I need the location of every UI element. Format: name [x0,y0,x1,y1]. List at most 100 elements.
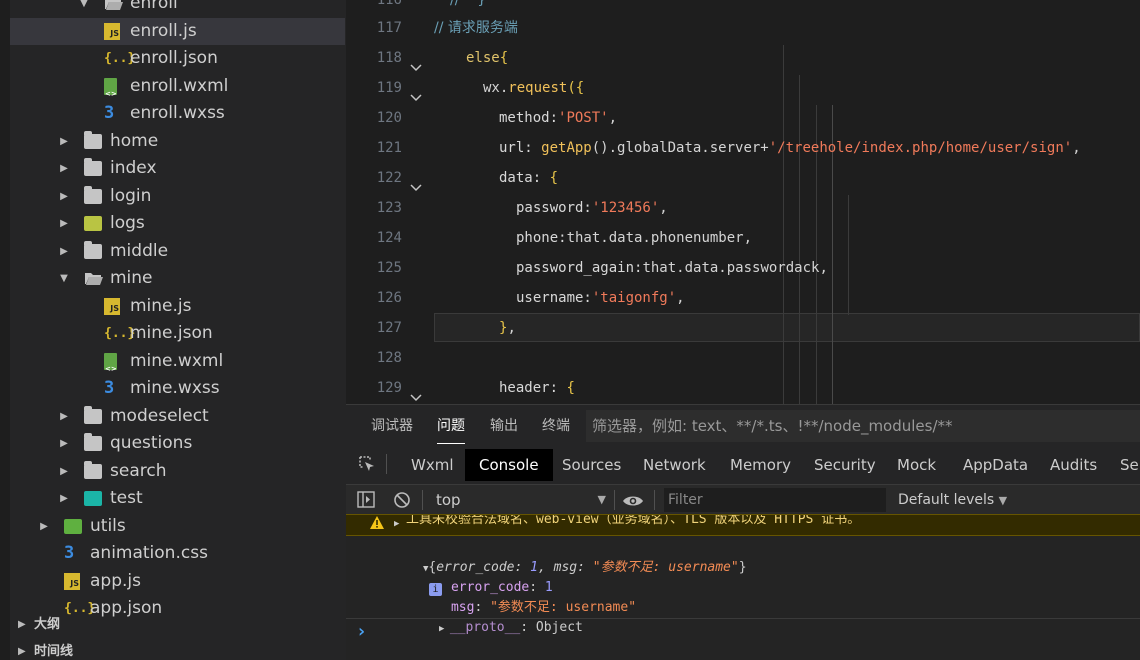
file-explorer: ▼enrollJSenroll.js{..}enroll.jsonenroll.… [0,0,346,660]
code-token: '/treehole/index.php/home/user/sign' [768,140,1073,156]
tree-item-utils[interactable]: ▶ utils [10,513,345,540]
dropdown-caret-icon: ▼ [597,493,606,506]
tree-item-label: login [110,185,152,206]
tree-item-mine-wxml[interactable]: mine.wxml [10,348,345,383]
console-prompt[interactable]: › [346,618,1140,660]
code-text: password_again:that.data.passwordack, [516,253,828,283]
line-number: 117 [376,20,402,36]
devtools-tab-mock[interactable]: Mock [883,449,950,481]
code-token: username: [516,290,592,306]
tree-item-enroll-wxss[interactable]: 3 enroll.wxss [10,100,345,127]
tree-item-enroll[interactable]: ▼ enroll [10,0,345,17]
warning-icon [370,516,384,535]
tree-item-app-js[interactable]: JS app.js [10,568,345,595]
code-line: 120 method:'POST', [346,103,1140,133]
console-proto-row[interactable]: ▶ __proto__: Object [392,598,583,635]
tab-terminal[interactable]: 终端 [542,405,570,445]
console-warning[interactable]: ▶ 工具未校验合法域名、web-view（业务域名）、TLS 版本以及 HTTP… [346,514,1140,536]
line-number: 118 [376,50,402,66]
tree-item-label: animation.css [90,543,208,563]
clear-console-icon[interactable] [393,491,411,513]
tree-item-mine[interactable]: ▼ mine [10,265,345,292]
warning-text: 工具未校验合法域名、web-view（业务域名）、TLS 版本以及 HTTPS … [406,514,861,527]
fold-chevron-icon[interactable] [410,53,422,72]
colon: : [577,560,593,575]
code-text: method:'POST', [499,103,617,133]
problems-filter-input[interactable]: 筛选器，例如: text、**/*.ts、!**/node_modules/** [586,410,1140,442]
sidebar-toggle-icon[interactable] [357,491,375,512]
code-token: // 请求服务端 [434,20,518,36]
tree-item-test[interactable]: ▶ test [10,485,345,512]
tree-item-label: modeselect [110,405,209,426]
tree-item-search[interactable]: ▶ search [10,458,345,485]
tree-item-index[interactable]: ▶ index [10,155,345,182]
line-number: 129 [376,380,402,396]
devtools-tab-security[interactable]: Security [800,449,890,481]
fold-chevron-icon[interactable] [410,83,422,102]
chevron-right-icon: ▶ [60,493,68,504]
tree-item-label: questions [110,433,193,453]
tab-problems[interactable]: 问题 [437,405,465,445]
line-number: 126 [376,290,402,306]
code-editor[interactable]: 116 // } 117// 请求服务端 118 else{119 wx.reques… [346,0,1140,404]
tree-item-label: index [110,158,157,178]
tab-debugger[interactable]: 调试器 [371,405,413,445]
tree-item-questions[interactable]: ▶ questions [10,430,345,457]
code-token: '123456' [591,200,660,216]
code-line: 126 username:'taigonfg', [346,283,1140,313]
tree-item-label: test [110,488,143,508]
line-number: 120 [376,110,402,126]
tree-item-mine-wxss[interactable]: 3 mine.wxss [10,375,345,402]
devtools-tab-memory[interactable]: Memory [716,449,805,481]
fold-chevron-icon[interactable] [410,383,422,402]
code-token: that.data.phonenumber, [566,230,753,246]
devtools-tab-network[interactable]: Network [629,449,720,481]
log-levels-select[interactable]: Default levels ▼ [898,485,1007,515]
tree-item-enroll-wxml[interactable]: enroll.wxml [10,73,345,108]
tree-item-modeselect[interactable]: ▶ modeselect [10,403,345,430]
inspect-element-icon[interactable] [358,455,376,477]
separator [422,490,423,510]
outline-section[interactable]: ▶ 大纲 [10,611,345,638]
code-token: that.data.passwordack, [642,260,828,276]
tab-output[interactable]: 输出 [490,405,518,445]
eye-icon[interactable] [622,493,644,512]
tree-item-mine-json[interactable]: {..} mine.json [10,320,345,347]
code-token: password_again: [516,260,643,276]
console-object-summary[interactable]: ▼{error_code: 1, msg: "参数不足: username"} … [376,538,747,596]
code-token: , [659,200,668,216]
devtools-tab-sources[interactable]: Sources [548,449,635,481]
panel-tab-bar: 调试器 问题 输出 终端 筛选器，例如: text、**/*.ts、!**/no… [346,404,1140,445]
line-number: 123 [376,200,402,216]
code-line: 127}, [346,313,1140,343]
summary-value: "参数不足: username" [592,560,739,575]
tree-item-middle[interactable]: ▶ middle [10,238,345,265]
tree-item-enroll-js[interactable]: JS enroll.js [10,17,345,45]
fold-chevron-icon[interactable] [410,173,422,192]
code-text: data: { [499,163,558,193]
devtools-tab-wxml[interactable]: Wxml [397,449,468,481]
timeline-section[interactable]: ▶ 时间线 [10,638,345,660]
line-number: 122 [376,170,402,186]
console-toolbar: top ▼ Filter Default levels ▼ [346,484,1140,514]
line-number: 121 [376,140,402,156]
console-filter-input[interactable]: Filter [664,488,886,512]
json-file-icon: {..} [104,326,136,341]
devtools-tab-appdata[interactable]: AppData [949,449,1042,481]
chevron-down-icon: ▼ [60,273,68,284]
devtools-tab-audits[interactable]: Audits [1036,449,1111,481]
tree-item-label: search [110,460,167,481]
context-select[interactable]: top ▼ [436,485,606,515]
tree-item-enroll-json[interactable]: {..} enroll.json [10,45,345,72]
css-file-icon: 3 [104,103,115,123]
devtools-tab-console[interactable]: Console [465,449,553,481]
tree-item-login[interactable]: ▶ login [10,183,345,210]
tree-item-mine-js[interactable]: JS mine.js [10,293,345,320]
devtools-tab-sensor[interactable]: Sensor [1106,449,1140,481]
js-file-icon: JS [104,297,120,315]
chevron-right-icon: ▶ [60,135,68,147]
tree-item-logs[interactable]: ▶ logs [10,210,345,237]
tree-item-home[interactable]: ▶ home [10,128,345,155]
code-token: wx. [483,80,509,96]
tree-item-animation-css[interactable]: 3 animation.css [10,540,345,567]
